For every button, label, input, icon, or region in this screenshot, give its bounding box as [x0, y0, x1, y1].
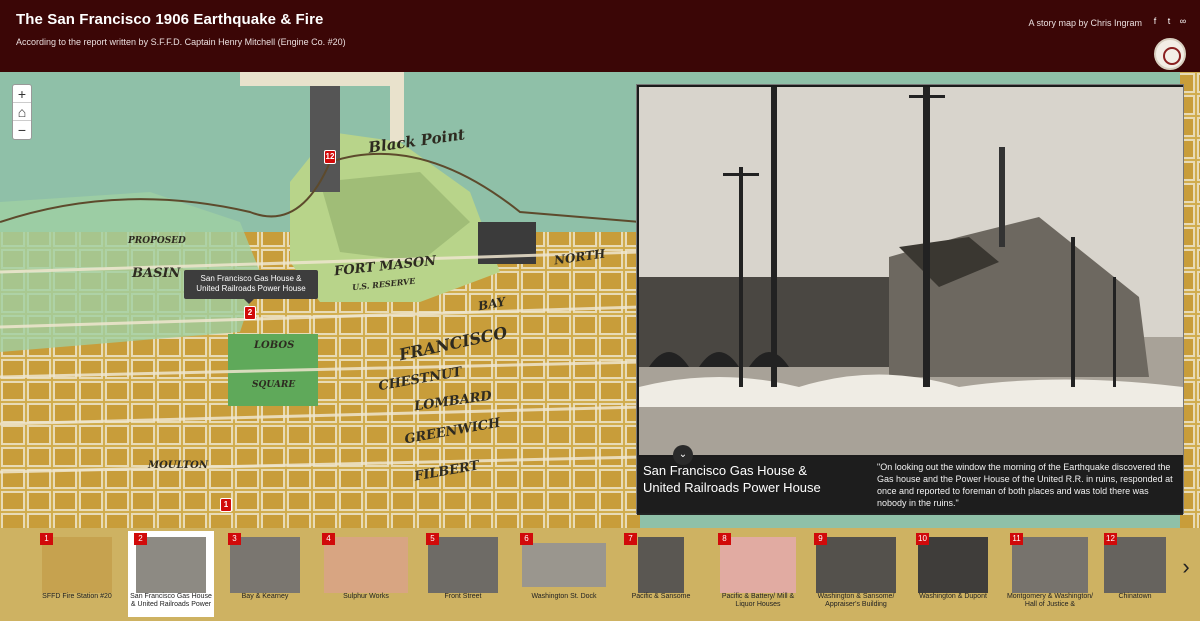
- thumbnail-label: Front Street: [444, 593, 482, 600]
- thumbnail-item[interactable]: 12 Chinatown: [1098, 531, 1172, 617]
- thumbnail-number: 9: [814, 533, 827, 545]
- thumbnail-image: [720, 537, 796, 593]
- map-pin-2[interactable]: 2: [244, 306, 256, 320]
- thumbnail-item[interactable]: 11 Montgomery & Washington/ Hall of Just…: [1004, 531, 1096, 617]
- sffd-logo[interactable]: [1154, 38, 1186, 70]
- thumbnail-label: Bay & Kearney: [241, 593, 289, 600]
- thumbnail-image: [816, 537, 896, 593]
- zoom-in-button[interactable]: +: [13, 85, 31, 103]
- thumbnail-number: 12: [1104, 533, 1117, 545]
- thumbnail-label: Washington & Dupont: [919, 593, 987, 600]
- map-pin-12[interactable]: 12: [324, 150, 336, 164]
- thumbnail-item[interactable]: 5 Front Street: [420, 531, 506, 617]
- thumbnail-carousel: 1 SFFD Fire Station #20 2 San Francisco …: [0, 528, 1200, 621]
- thumbnail-number: 11: [1010, 533, 1023, 545]
- thumbnail-label: Washington & Sansome/ Appraiser's Buildi…: [817, 593, 895, 609]
- thumbnail-number: 1: [40, 533, 53, 545]
- thumbnail-item[interactable]: 7 Pacific & Sansome: [618, 531, 704, 617]
- caption-title: San Francisco Gas House & United Railroa…: [643, 463, 821, 495]
- map-pin-1[interactable]: 1: [220, 498, 232, 512]
- thumbnail-image: [522, 543, 606, 587]
- thumbnail-item[interactable]: 6 Washington St. Dock: [514, 531, 614, 617]
- thumbnail-label: San Francisco Gas House & United Railroa…: [130, 593, 212, 609]
- map-label-proposed: PROPOSED: [128, 236, 186, 246]
- thumbnail-image: [638, 537, 684, 593]
- thumbnail-image: [324, 537, 408, 593]
- caption-bar: ⌄ San Francisco Gas House & United Railr…: [637, 445, 1183, 515]
- thumbnail-number: 8: [718, 533, 731, 545]
- thumbnail-number: 5: [426, 533, 439, 545]
- page-subtitle: According to the report written by S.F.F…: [16, 37, 346, 47]
- facebook-icon[interactable]: f: [1150, 16, 1160, 26]
- header-bar: The San Francisco 1906 Earthquake & Fire…: [0, 0, 1200, 72]
- twitter-icon[interactable]: t: [1164, 16, 1174, 26]
- thumbnail-label: SFFD Fire Station #20: [42, 593, 112, 600]
- thumbnail-item[interactable]: 3 Bay & Kearney: [222, 531, 308, 617]
- map-label-moulton: MOULTON: [148, 460, 209, 471]
- thumbnail-image: [42, 537, 112, 593]
- thumbnail-label: Pacific & Sansome: [631, 593, 691, 600]
- carousel-next-button[interactable]: ›: [1178, 552, 1194, 582]
- thumbnail-number: 10: [916, 533, 929, 545]
- page-title: The San Francisco 1906 Earthquake & Fire: [16, 11, 324, 28]
- map-label-basin: BASIN: [132, 266, 181, 281]
- thumbnail-item[interactable]: 1 SFFD Fire Station #20: [34, 531, 120, 617]
- home-button[interactable]: ⌂: [13, 103, 31, 121]
- link-icon[interactable]: ∞: [1178, 16, 1188, 26]
- thumbnail-number: 3: [228, 533, 241, 545]
- map-tooltip: San Francisco Gas House & United Railroa…: [184, 270, 318, 304]
- media-panel: ⌄ San Francisco Gas House & United Railr…: [636, 84, 1184, 515]
- thumbnail-image: [1104, 537, 1166, 593]
- thumbnail-label: Chinatown: [1118, 593, 1152, 600]
- thumbnail-label: Pacific & Battery/ Mill & Liquor Houses: [721, 593, 795, 609]
- thumbnail-image: [1012, 537, 1088, 593]
- thumbnail-label: Sulphur Works: [343, 593, 389, 600]
- thumbnail-number: 7: [624, 533, 637, 545]
- thumbnail-item[interactable]: 9 Washington & Sansome/ Appraiser's Buil…: [808, 531, 904, 617]
- thumbnail-image: [230, 537, 300, 593]
- thumbnail-image: [136, 537, 206, 593]
- share-buttons: f t ∞: [1150, 16, 1188, 26]
- thumbnail-item[interactable]: 4 Sulphur Works: [316, 531, 416, 617]
- thumbnail-label: Washington St. Dock: [531, 593, 597, 600]
- thumbnail-item[interactable]: 8 Pacific & Battery/ Mill & Liquor House…: [712, 531, 804, 617]
- zoom-control: + ⌂ −: [12, 84, 32, 140]
- map-label-lobos: LOBOS: [254, 340, 295, 351]
- historic-photo: [639, 87, 1183, 455]
- thumbnail-number: 2: [134, 533, 147, 545]
- thumbnail-item[interactable]: 10 Washington & Dupont: [910, 531, 996, 617]
- thumbnail-number: 4: [322, 533, 335, 545]
- zoom-out-button[interactable]: −: [13, 121, 31, 139]
- thumbnail-item-active[interactable]: 2 San Francisco Gas House & United Railr…: [128, 531, 214, 617]
- author-credit[interactable]: A story map by Chris Ingram: [1028, 18, 1142, 28]
- thumbnail-image: [918, 537, 988, 593]
- thumbnail-image: [428, 537, 498, 593]
- map-label-square: SQUARE: [252, 380, 296, 390]
- thumbnail-number: 6: [520, 533, 533, 545]
- thumbnail-label: Montgomery & Washington/ Hall of Justice…: [1006, 593, 1094, 609]
- collapse-caption-button[interactable]: ⌄: [673, 445, 693, 465]
- caption-quote: "On looking out the window the morning o…: [877, 462, 1173, 509]
